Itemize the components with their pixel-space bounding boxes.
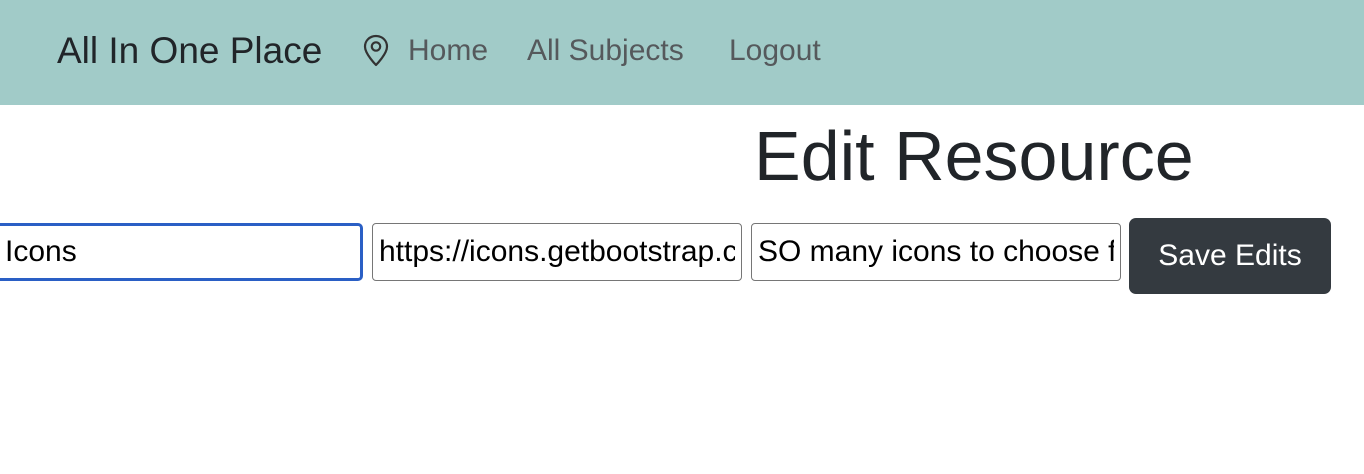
nav-link-home[interactable]: Home <box>408 30 488 72</box>
resource-url-input[interactable] <box>372 223 742 281</box>
map-pin-icon <box>363 34 389 67</box>
save-edits-button[interactable]: Save Edits <box>1129 218 1331 294</box>
navbar-brand[interactable]: All In One Place <box>57 27 322 75</box>
nav-link-logout[interactable]: Logout <box>729 30 821 72</box>
top-navbar: All In One Place Home All Subjects Logou… <box>0 0 1364 105</box>
page-title: Edit Resource <box>754 117 1194 195</box>
resource-title-input[interactable] <box>0 223 363 281</box>
nav-link-all-subjects[interactable]: All Subjects <box>527 30 684 72</box>
resource-description-input[interactable] <box>751 223 1121 281</box>
